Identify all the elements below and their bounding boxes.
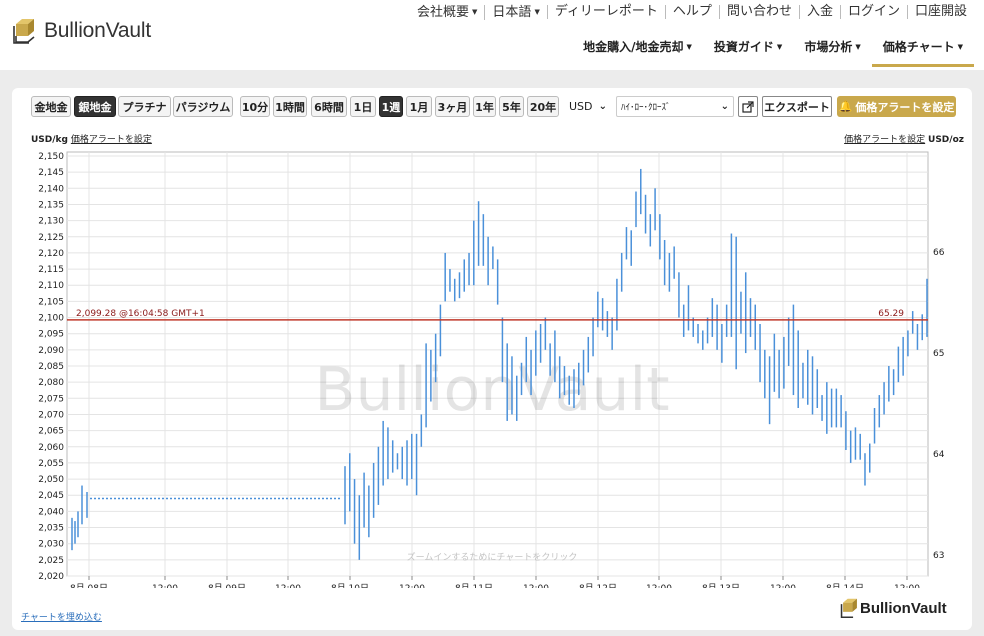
- dropdown-caret-icon: ▼: [534, 7, 540, 16]
- top-nav-label: 入金: [806, 4, 833, 19]
- y-left-tick-label: 2,035: [38, 524, 64, 534]
- site-header: BullionVault 会社概要 ▼ 日本語 ▼ ディリーレポート ヘルプ 問い合わせ 入金…: [0, 0, 984, 70]
- y-left-tick-label: 2,115: [38, 265, 64, 275]
- top-nav-label: 会社概要: [417, 4, 470, 20]
- y-left-tick-label: 2,110: [38, 281, 64, 291]
- y-left-tick-label: 2,040: [38, 507, 64, 517]
- brand-name: BullionVault: [44, 19, 151, 42]
- footer-logo: BullionVault: [840, 598, 947, 618]
- x-tick-label: 8月 08日: [70, 583, 108, 588]
- y-left-tick-label: 2,045: [38, 491, 64, 501]
- y-left-tick-label: 2,105: [38, 297, 64, 307]
- y-left-tick-label: 2,080: [38, 378, 64, 388]
- top-nav-item-7[interactable]: 口座開設: [906, 4, 974, 19]
- y-left-tick-label: 2,150: [38, 152, 64, 162]
- main-nav-label: 価格チャート: [882, 40, 955, 54]
- y-left-tick-label: 2,095: [38, 330, 64, 340]
- main-nav-label: 市場分析: [804, 40, 853, 54]
- main-nav-label: 地金購入/地金売却: [583, 40, 684, 54]
- x-tick-label: 12:00: [523, 584, 549, 588]
- main-nav: 地金購入/地金売却 ▼ 投資ガイド ▼ 市場分析 ▼ 価格チャート ▼: [572, 36, 974, 67]
- y-left-tick-label: 2,100: [38, 314, 64, 324]
- top-nav-item-3[interactable]: ヘルプ: [664, 4, 719, 19]
- main-nav-item-1[interactable]: 投資ガイド ▼: [703, 36, 793, 67]
- main-nav-item-2[interactable]: 市場分析 ▼: [793, 36, 871, 67]
- main-nav-item-3[interactable]: 価格チャート ▼: [871, 36, 974, 67]
- top-nav-item-1[interactable]: 日本語 ▼: [484, 4, 546, 20]
- top-nav-item-6[interactable]: ログイン: [839, 4, 907, 19]
- y-right-tick-label: 64: [933, 450, 945, 460]
- top-nav-item-4[interactable]: 問い合わせ: [718, 4, 799, 19]
- y-left-tick-label: 2,125: [38, 233, 64, 243]
- zoom-hint: ズームインするためにチャートをクリック: [407, 551, 578, 563]
- dropdown-caret-icon: ▼: [855, 43, 861, 51]
- x-tick-label: 12:00: [275, 584, 301, 588]
- embed-chart-link[interactable]: チャートを埋め込む: [21, 610, 102, 623]
- x-tick-label: 12:00: [399, 584, 425, 588]
- top-nav-label: 日本語: [492, 4, 532, 20]
- top-nav: 会社概要 ▼ 日本語 ▼ ディリーレポート ヘルプ 問い合わせ 入金 ログイン 口座開設: [410, 2, 974, 22]
- current-price-label: 2,099.28 @16:04:58 GMT+1: [76, 309, 205, 319]
- footer-logo-cube-icon: [840, 598, 857, 618]
- x-tick-label: 12:00: [152, 584, 178, 588]
- top-nav-item-2[interactable]: ディリーレポート: [546, 4, 665, 19]
- footer-brand: BullionVault: [860, 599, 947, 617]
- main-nav-item-0[interactable]: 地金購入/地金売却 ▼: [572, 36, 703, 67]
- chart-panel: 金地金 銀地金 プラチナ パラジウム 10分 1時間 6時間 1日 1週 1月 3ヶ月 1年 5年 20年…: [12, 88, 972, 630]
- x-tick-label: 8月 14日: [826, 583, 864, 588]
- y-left-tick-label: 2,065: [38, 427, 64, 437]
- y-left-tick-label: 2,050: [38, 475, 64, 485]
- y-right-tick-label: 65: [933, 349, 944, 359]
- main-nav-label: 投資ガイド: [713, 40, 774, 54]
- dropdown-caret-icon: ▼: [686, 43, 692, 51]
- x-tick-label: 12:00: [646, 584, 672, 588]
- top-nav-label: 問い合わせ: [726, 4, 792, 19]
- top-nav-item-5[interactable]: 入金: [798, 4, 840, 19]
- x-tick-label: 8月 12日: [579, 583, 617, 588]
- price-chart[interactable]: 2,020 2,025 2,030 2,035 2,040 2,045 2,050 2,055…: [12, 88, 972, 588]
- y-left-tick-label: 2,090: [38, 346, 64, 356]
- x-tick-label: 8月 11日: [455, 583, 493, 588]
- x-tick-label: 12:00: [894, 584, 920, 588]
- x-tick-label: 8月 10日: [331, 583, 369, 588]
- dropdown-caret-icon: ▼: [957, 43, 963, 51]
- y-left-tick-label: 2,030: [38, 540, 64, 550]
- y-left-tick-label: 2,060: [38, 443, 64, 453]
- watermark-text: BullionVault: [314, 355, 669, 425]
- y-left-tick-label: 2,020: [38, 572, 64, 582]
- top-nav-label: 口座開設: [914, 4, 967, 19]
- y-left-tick-label: 2,025: [38, 556, 64, 566]
- top-nav-item-0[interactable]: 会社概要 ▼: [410, 5, 484, 20]
- dropdown-caret-icon: ▼: [776, 43, 783, 51]
- y-left-tick-label: 2,085: [38, 362, 64, 372]
- y-right-tick-label: 66: [933, 248, 945, 258]
- y-left-tick-label: 2,075: [38, 394, 64, 404]
- y-right-tick-label: 63: [933, 551, 944, 561]
- brand-logo[interactable]: BullionVault: [12, 16, 151, 46]
- y-left-tick-label: 2,120: [38, 249, 64, 259]
- top-nav-label: ヘルプ: [672, 4, 712, 19]
- logo-cube-icon: [13, 19, 35, 44]
- y-left-tick-label: 2,145: [38, 168, 64, 178]
- x-tick-label: 8月 13日: [702, 583, 740, 588]
- top-nav-label: ログイン: [847, 4, 900, 19]
- current-price-oz-label: 65.29: [878, 309, 904, 319]
- y-left-tick-label: 2,130: [38, 217, 64, 227]
- x-tick-label: 8月 09日: [208, 583, 246, 588]
- x-tick-label: 12:00: [770, 584, 796, 588]
- y-left-tick-label: 2,135: [38, 200, 64, 210]
- dropdown-caret-icon: ▼: [472, 7, 478, 16]
- y-left-tick-label: 2,070: [38, 410, 64, 420]
- top-nav-label: ディリーレポート: [554, 4, 658, 19]
- y-left-tick-label: 2,055: [38, 459, 64, 469]
- y-left-tick-label: 2,140: [38, 184, 64, 194]
